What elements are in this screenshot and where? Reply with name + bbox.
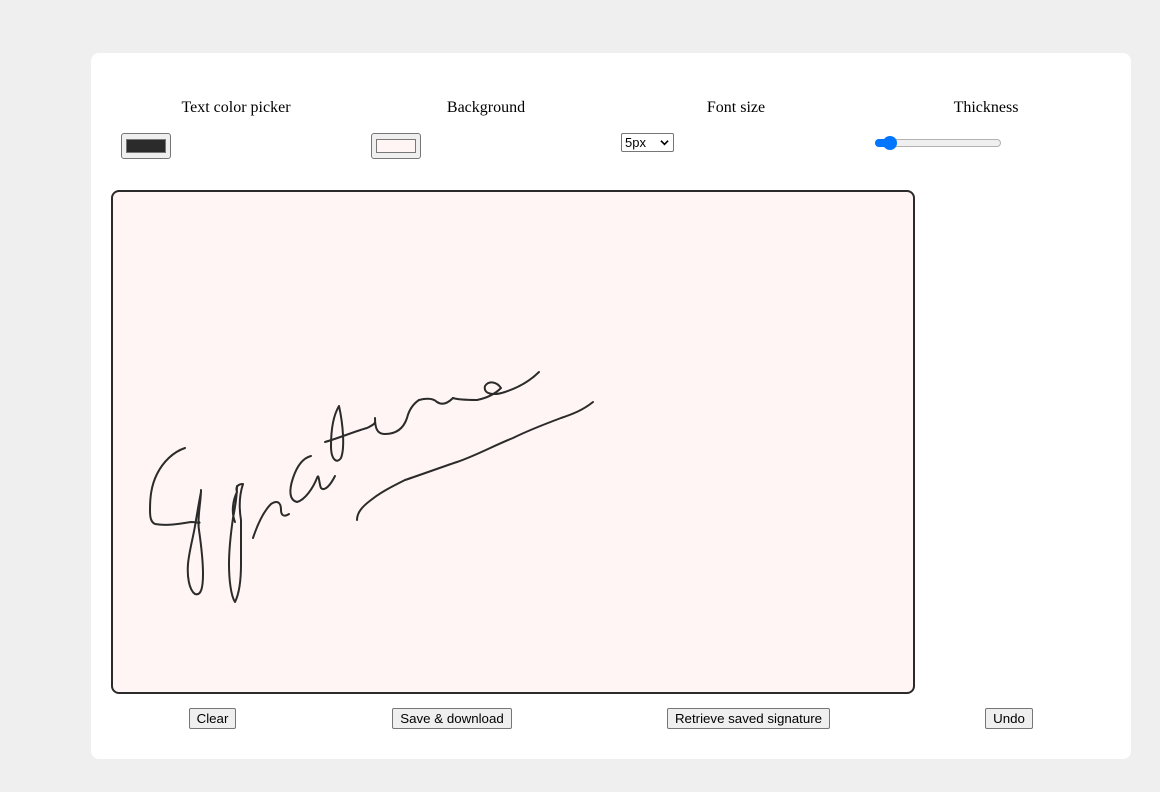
chevron-down-icon bbox=[660, 140, 669, 146]
font-size-selected-value: 5px bbox=[625, 135, 646, 150]
signature-stroke bbox=[452, 371, 540, 401]
signature-stroke bbox=[289, 455, 336, 503]
retrieve-signature-button[interactable]: Retrieve saved signature bbox=[667, 708, 830, 729]
signature-stroke bbox=[418, 397, 454, 405]
signature-canvas[interactable] bbox=[111, 190, 915, 694]
signature-stroke bbox=[374, 399, 420, 435]
font-size-select[interactable]: 5px bbox=[621, 133, 674, 152]
signature-stroke bbox=[228, 483, 244, 603]
text-color-label: Text color picker bbox=[181, 99, 291, 116]
signature-stroke bbox=[356, 401, 594, 521]
font-size-label: Font size bbox=[706, 99, 766, 116]
text-color-swatch bbox=[126, 139, 166, 153]
undo-button[interactable]: Undo bbox=[985, 708, 1033, 729]
signature-stroke bbox=[252, 501, 290, 539]
background-label: Background bbox=[446, 99, 526, 116]
signature-stroke bbox=[330, 405, 345, 462]
thickness-label: Thickness bbox=[953, 99, 1019, 116]
background-color-picker[interactable] bbox=[371, 133, 421, 159]
background-color-swatch bbox=[376, 139, 416, 153]
signature-stroke bbox=[186, 489, 204, 596]
signature-drawing bbox=[149, 371, 594, 603]
thickness-slider-thumb[interactable] bbox=[882, 136, 897, 150]
clear-button[interactable]: Clear bbox=[189, 708, 236, 729]
save-download-button[interactable]: Save & download bbox=[392, 708, 512, 729]
signature-stroke bbox=[149, 447, 201, 526]
text-color-picker[interactable] bbox=[121, 133, 171, 159]
